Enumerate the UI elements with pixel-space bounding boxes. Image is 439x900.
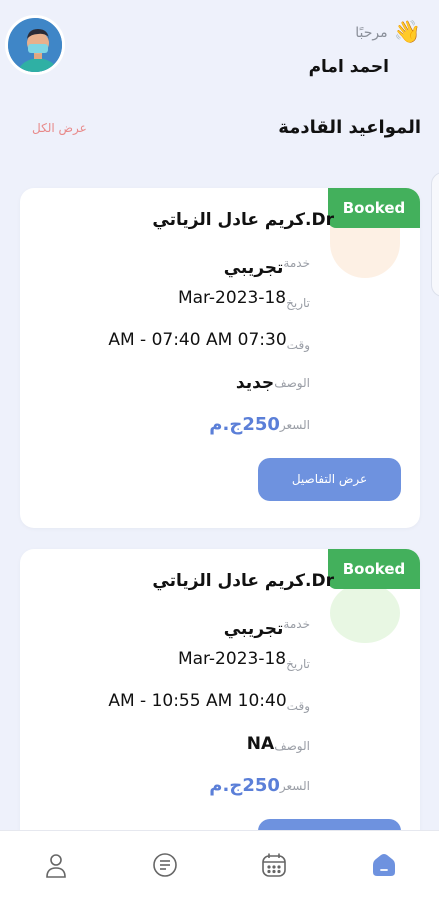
view-details-button[interactable]: عرض التفاصيل xyxy=(258,458,401,501)
bottom-navigation xyxy=(0,830,439,900)
service-row: خدمة تجريبي xyxy=(224,609,310,639)
date-value: 18-Mar-2023 xyxy=(177,649,287,669)
section-title: المواعيد القادمة xyxy=(278,117,421,138)
time-row: وقت 07:30 AM - 07:40 AM xyxy=(108,330,310,352)
doctor-name: Dr.كريم عادل الزياتي xyxy=(152,210,334,230)
decorative-circle xyxy=(330,583,400,643)
price-label: السعر xyxy=(279,779,310,793)
service-label: خدمة xyxy=(283,617,310,631)
decorative-circle xyxy=(330,226,400,278)
view-all-link[interactable]: عرض الكل xyxy=(32,121,87,135)
time-label: وقت xyxy=(286,338,310,352)
status-badge: Booked xyxy=(328,549,420,589)
service-row: خدمة تجريبي xyxy=(224,248,310,278)
greeting-text: مرحبًا xyxy=(355,25,388,41)
header: 👋 مرحبًا احمد امام xyxy=(0,0,439,100)
document-icon[interactable] xyxy=(149,849,181,881)
greeting: 👋 مرحبًا xyxy=(355,20,421,46)
status-badge: Booked xyxy=(328,188,420,228)
service-label: خدمة xyxy=(283,256,310,270)
description-row: الوصف جديد xyxy=(236,368,310,393)
side-drawer-handle[interactable] xyxy=(431,172,439,297)
doctor-name: Dr.كريم عادل الزياتي xyxy=(152,571,334,591)
avatar[interactable] xyxy=(5,15,65,75)
date-label: تاريخ xyxy=(286,657,310,671)
date-row: تاريخ 18-Mar-2023 xyxy=(178,649,310,671)
description-label: الوصف xyxy=(274,376,310,390)
time-value: 10:40 AM - 10:55 AM xyxy=(108,691,287,711)
time-row: وقت 10:40 AM - 10:55 AM xyxy=(108,691,310,713)
price-value: 250ج.م xyxy=(209,775,280,796)
wave-icon: 👋 xyxy=(393,20,421,45)
date-value: 18-Mar-2023 xyxy=(177,288,287,308)
profile-icon[interactable] xyxy=(40,849,72,881)
user-name: احمد امام xyxy=(308,57,389,77)
price-value: 250ج.م xyxy=(209,414,280,435)
date-row: تاريخ 18-Mar-2023 xyxy=(178,288,310,310)
calendar-icon[interactable] xyxy=(258,849,290,881)
price-row: السعر 250ج.م xyxy=(209,771,310,796)
price-row: السعر 250ج.م xyxy=(209,410,310,435)
service-value: تجريبي xyxy=(223,258,284,278)
description-label: الوصف xyxy=(274,739,310,753)
time-label: وقت xyxy=(286,699,310,713)
time-value: 07:30 AM - 07:40 AM xyxy=(108,330,287,350)
description-value: جديد xyxy=(235,373,275,393)
home-icon[interactable] xyxy=(368,849,400,881)
date-label: تاريخ xyxy=(286,296,310,310)
service-value: تجريبي xyxy=(223,619,284,639)
description-value: NA xyxy=(246,734,275,754)
price-label: السعر xyxy=(279,418,310,432)
appointment-card: Booked Dr.كريم عادل الزياتي خدمة تجريبي … xyxy=(20,188,420,528)
description-row: الوصف NA xyxy=(247,731,310,754)
